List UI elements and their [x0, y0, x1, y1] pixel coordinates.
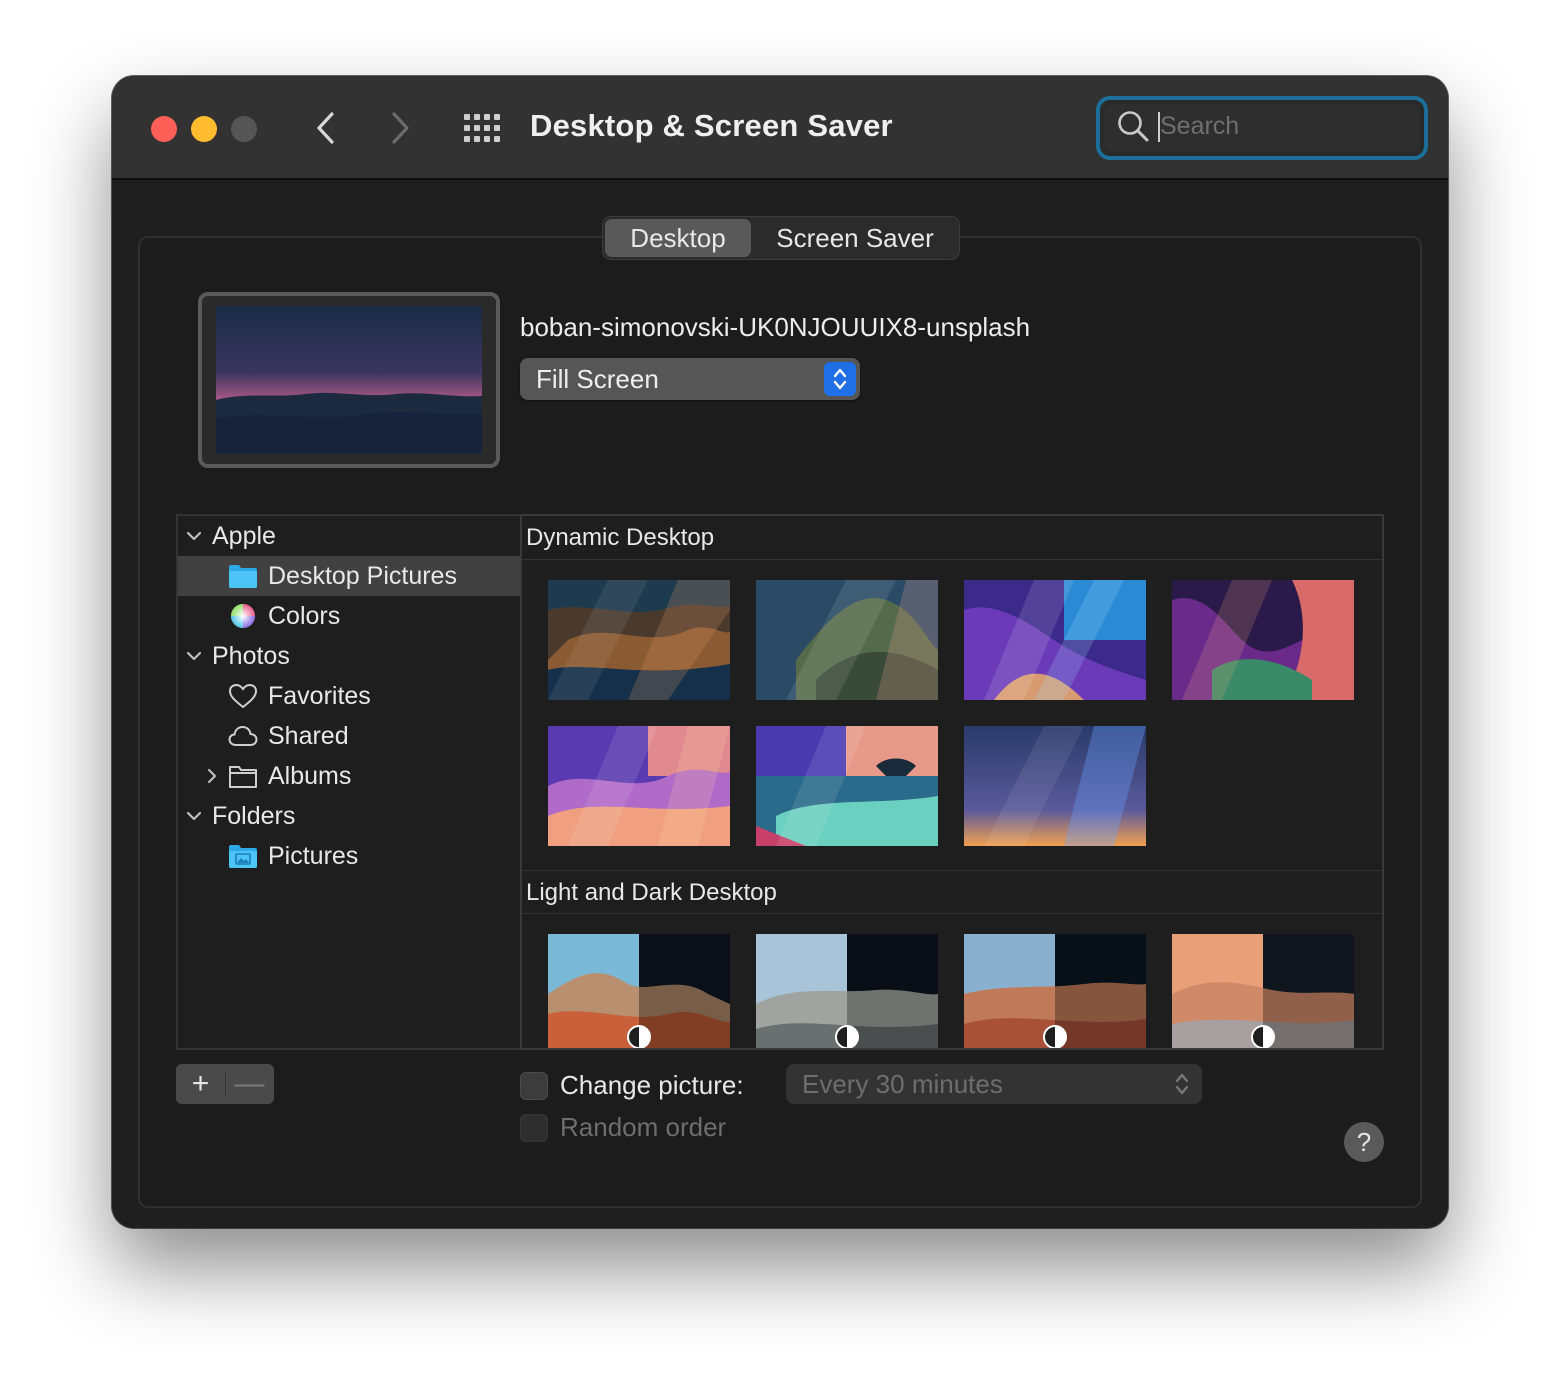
sidebar-item-label: Albums	[268, 761, 352, 790]
search-icon	[1118, 111, 1149, 142]
chevron-right-icon	[392, 112, 409, 144]
back-button[interactable]	[306, 108, 346, 148]
remove-folder-button[interactable]: —	[225, 1064, 274, 1104]
sidebar-item-pictures[interactable]: Pictures	[178, 836, 520, 876]
folder-icon	[229, 766, 257, 788]
sidebar-item-colors[interactable]: Colors	[178, 596, 520, 636]
light-dark-mode-icon	[627, 1025, 651, 1048]
sidebar-item-label: Favorites	[268, 681, 371, 710]
updown-chevron-icon	[1175, 1073, 1189, 1095]
help-button[interactable]: ?	[1344, 1122, 1384, 1162]
sidebar-item-label: Pictures	[268, 841, 359, 870]
change-picture-checkbox[interactable]	[520, 1072, 548, 1100]
light-dark-mode-icon	[835, 1025, 859, 1048]
preferences-window: Desktop & Screen Saver Desktop Screen Sa…	[112, 76, 1448, 1228]
random-order-checkbox[interactable]	[520, 1114, 548, 1142]
light-dark-mode-icon	[1043, 1025, 1067, 1048]
light-dark-mode-icon	[1251, 1025, 1275, 1048]
chevron-right-icon[interactable]	[202, 766, 222, 786]
sidebar-item-label: Colors	[268, 601, 341, 630]
pictures-folder-icon	[229, 845, 257, 868]
sidebar-item-desktop-pictures[interactable]: Desktop Pictures	[178, 556, 520, 596]
tab-control: Desktop Screen Saver	[602, 216, 960, 260]
wallpaper-thumbnail[interactable]	[1172, 934, 1354, 1048]
close-button[interactable]	[151, 116, 177, 142]
add-folder-button[interactable]: +	[176, 1064, 225, 1104]
section-header-dynamic: Dynamic Desktop	[522, 516, 1382, 560]
sidebar-group-folders[interactable]: Folders	[178, 796, 520, 836]
wallpaper-image	[216, 306, 482, 454]
folder-icon	[229, 565, 257, 588]
search-input[interactable]	[1160, 106, 1410, 146]
random-order-label: Random order	[560, 1112, 727, 1142]
forward-button[interactable]	[380, 108, 420, 148]
chevron-down-icon[interactable]	[184, 806, 204, 826]
section-title: Dynamic Desktop	[526, 524, 715, 551]
sidebar-item-albums[interactable]: Albums	[178, 756, 520, 796]
heart-icon	[228, 683, 258, 709]
wallpaper-gallery: Dynamic Desktop Light and Dark Desktop	[520, 514, 1384, 1050]
sidebar-item-label: Shared	[268, 721, 349, 750]
wallpaper-thumbnail[interactable]	[964, 580, 1146, 700]
updown-chevron-icon	[824, 362, 856, 396]
fit-popup-label: Fill Screen	[536, 364, 659, 394]
sidebar-item-label: Desktop Pictures	[268, 561, 457, 590]
sidebar-item-favorites[interactable]: Favorites	[178, 676, 520, 716]
wallpaper-thumbnail[interactable]	[548, 580, 730, 700]
source-list: Apple Desktop Pictures Colors Photos Fav…	[176, 514, 520, 1050]
wallpaper-thumbnail[interactable]	[548, 934, 730, 1048]
chevron-down-icon[interactable]	[184, 526, 204, 546]
section-header-light-dark: Light and Dark Desktop	[522, 870, 1382, 914]
cloud-icon	[228, 725, 258, 746]
sidebar-group-label: Apple	[212, 521, 276, 550]
section-title: Light and Dark Desktop	[526, 879, 777, 906]
wallpaper-thumbnail[interactable]	[1172, 580, 1354, 700]
sidebar-group-label: Photos	[212, 641, 290, 670]
color-wheel-icon	[231, 604, 255, 628]
minimize-button[interactable]	[191, 116, 217, 142]
interval-popup-button[interactable]: Every 30 minutes	[786, 1064, 1202, 1104]
tab-screen-saver[interactable]: Screen Saver	[751, 219, 959, 257]
wallpaper-thumbnail[interactable]	[756, 580, 938, 700]
search-field[interactable]	[1096, 96, 1428, 160]
sidebar-group-label: Folders	[212, 801, 296, 830]
change-picture-label: Change picture:	[560, 1070, 744, 1100]
sidebar-item-shared[interactable]: Shared	[178, 716, 520, 756]
current-wallpaper-preview	[198, 292, 500, 468]
show-all-grid-icon[interactable]	[462, 112, 502, 144]
chevron-down-icon[interactable]	[184, 646, 204, 666]
wallpaper-thumbnail[interactable]	[756, 934, 938, 1048]
wallpaper-thumbnail[interactable]	[964, 726, 1146, 846]
sidebar-group-apple[interactable]: Apple	[178, 516, 520, 556]
fit-popup-button[interactable]: Fill Screen	[520, 358, 860, 400]
interval-label: Every 30 minutes	[802, 1069, 1003, 1099]
wallpaper-thumbnail[interactable]	[756, 726, 938, 846]
wallpaper-thumbnail[interactable]	[964, 934, 1146, 1048]
zoom-button[interactable]	[231, 116, 257, 142]
window-title: Desktop & Screen Saver	[530, 108, 893, 143]
title-bar: Desktop & Screen Saver	[112, 76, 1448, 180]
chevron-left-icon	[317, 112, 334, 144]
add-remove-control: + —	[176, 1064, 274, 1104]
wallpaper-thumbnail[interactable]	[548, 726, 730, 846]
tab-desktop[interactable]: Desktop	[605, 219, 751, 257]
sidebar-group-photos[interactable]: Photos	[178, 636, 520, 676]
wallpaper-file-name: boban-simonovski-UK0NJOUUIX8-unsplash	[520, 312, 1031, 342]
